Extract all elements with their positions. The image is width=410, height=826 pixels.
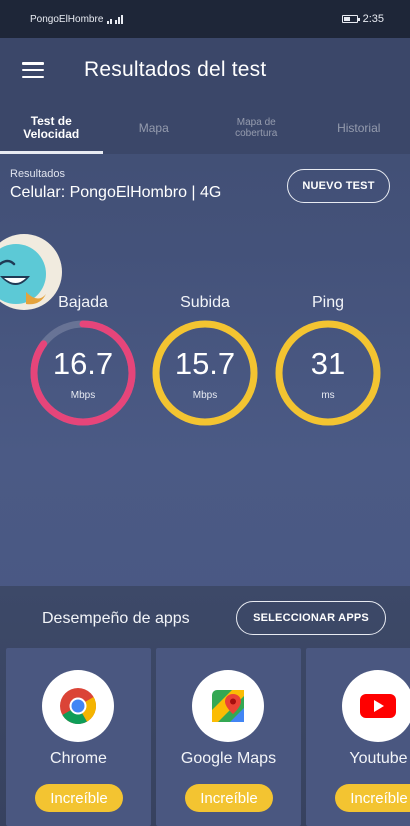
tab-bar: Test de Velocidad Mapa Mapa de cobertura… bbox=[0, 102, 410, 154]
ping-label: Ping bbox=[311, 294, 345, 311]
app-name: Chrome bbox=[50, 750, 107, 767]
download-unit: Mbps bbox=[70, 390, 96, 401]
carrier-name: PongoElHombre bbox=[30, 13, 104, 25]
tab-coverage-map-line1: Mapa de bbox=[236, 117, 276, 128]
rating-badge: Increíble bbox=[35, 784, 123, 812]
ping-unit: ms bbox=[321, 390, 335, 401]
rating-badge: Increíble bbox=[335, 784, 410, 812]
results-header: Resultados Celular: PongoElHombro | 4G bbox=[10, 168, 221, 202]
ping-gauge: 31 ms bbox=[273, 318, 383, 428]
tab-speed-test[interactable]: Test de Velocidad bbox=[0, 102, 103, 154]
app-name: Google Maps bbox=[180, 750, 277, 767]
app-name: Youtube bbox=[349, 750, 408, 767]
tab-speed-test-line2: Velocidad bbox=[23, 127, 80, 141]
tab-map[interactable]: Mapa bbox=[103, 102, 206, 154]
new-test-button[interactable]: NUEVO TEST bbox=[287, 169, 390, 203]
app-bar: Resultados del test bbox=[0, 38, 410, 102]
upload-value: 15.7 bbox=[174, 346, 236, 381]
status-left: PongoElHombre bbox=[30, 13, 124, 25]
upload-label: Subida bbox=[180, 294, 230, 311]
signal-icon bbox=[107, 14, 124, 24]
app-card-google-maps[interactable]: Google Maps Increíble bbox=[156, 648, 301, 826]
screen: PongoElHombre 2:35 Resultados del test T… bbox=[0, 0, 410, 826]
status-bar: PongoElHombre 2:35 bbox=[0, 0, 410, 38]
battery-icon bbox=[341, 15, 360, 23]
app-icon-wrapper bbox=[192, 670, 264, 742]
tab-history-label: Historial bbox=[337, 120, 381, 135]
apps-title: Desempeño de apps bbox=[42, 610, 190, 627]
tab-speed-test-label: Test de Velocidad bbox=[23, 115, 79, 141]
tab-coverage-map[interactable]: Mapa de cobertura bbox=[205, 102, 308, 154]
google-maps-icon bbox=[212, 690, 244, 722]
app-icon-wrapper bbox=[342, 670, 410, 742]
hamburger-menu-icon[interactable] bbox=[22, 62, 44, 78]
select-apps-button[interactable]: SELECCIONAR APPS bbox=[236, 601, 386, 635]
tab-map-label: Mapa bbox=[138, 120, 169, 135]
download-gauge: 16.7 Mbps bbox=[28, 318, 138, 428]
apps-section: Desempeño de apps SELECCIONAR APPS Chrom… bbox=[0, 586, 410, 826]
status-time: 2:35 bbox=[362, 13, 384, 25]
status-right: 2:35 bbox=[341, 13, 384, 25]
youtube-icon bbox=[360, 694, 396, 718]
download-value: 16.7 bbox=[52, 346, 114, 381]
app-card-chrome[interactable]: Chrome Increíble bbox=[6, 648, 151, 826]
page-title: Resultados del test bbox=[84, 58, 267, 81]
connection-info: Celular: PongoElHombro | 4G bbox=[10, 184, 222, 201]
tab-coverage-map-label: Mapa de cobertura bbox=[235, 117, 277, 139]
upload-gauge: 15.7 Mbps bbox=[150, 318, 260, 428]
rating-badge: Increíble bbox=[185, 784, 273, 812]
chrome-icon bbox=[60, 688, 97, 725]
ping-value: 31 bbox=[310, 346, 346, 381]
upload-unit: Mbps bbox=[192, 390, 218, 401]
tab-history[interactable]: Historial bbox=[308, 102, 410, 154]
app-card-youtube[interactable]: Youtube Increíble bbox=[306, 648, 410, 826]
results-label: Resultados bbox=[10, 168, 66, 180]
tab-coverage-map-line2: cobertura bbox=[235, 128, 278, 139]
app-icon-wrapper bbox=[42, 670, 114, 742]
download-label: Bajada bbox=[58, 294, 108, 311]
